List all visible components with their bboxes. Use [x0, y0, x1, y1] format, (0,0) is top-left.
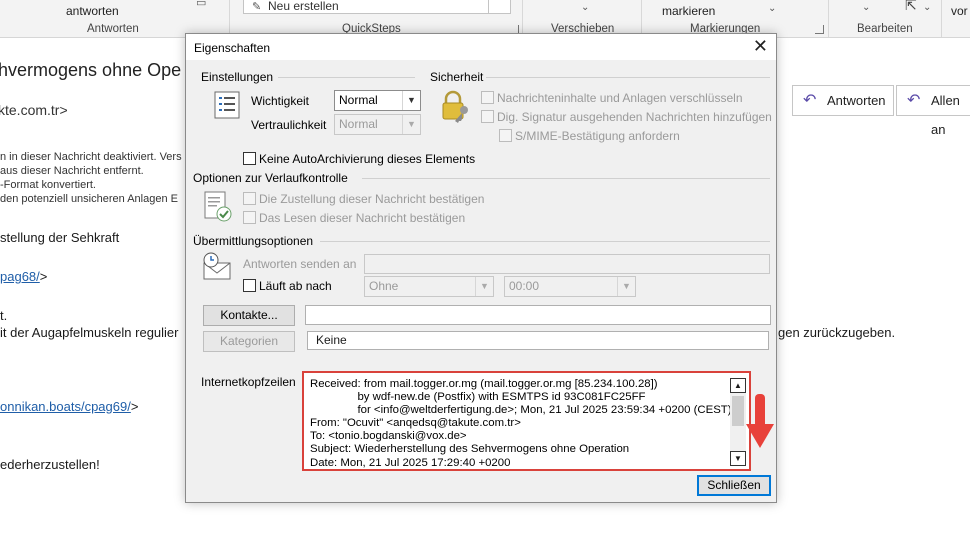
mail-info-line: den potenziell unsicheren Anlagen E [0, 193, 178, 205]
properties-dialog: Eigenschaften ✕ Einstellungen Wichtigkei… [185, 33, 777, 503]
settings-heading: Einstellungen [201, 70, 274, 84]
reply-icon: ↶ [803, 92, 817, 109]
gallery-scroll[interactable] [488, 0, 510, 14]
sign-checkbox[interactable] [481, 110, 494, 123]
mail-body-text: gen zurückzugeben. [778, 325, 896, 340]
contacts-button[interactable]: Kontakte... [203, 305, 295, 326]
properties-list-icon [214, 91, 240, 119]
mail-link-suffix: > [39, 269, 48, 284]
expires-date-select[interactable]: Ohne ▼ [364, 276, 494, 297]
quicksteps-gallery-item[interactable]: ✎ Neu erstellen [243, 0, 511, 14]
security-heading: Sicherheit [430, 70, 484, 84]
close-button[interactable]: Schließen [697, 475, 771, 496]
sensitivity-label: Vertraulichkeit [251, 118, 327, 132]
smime-checkbox[interactable] [499, 129, 512, 142]
tracking-document-icon [204, 191, 232, 222]
reply-to-input[interactable] [364, 254, 770, 274]
delivery-receipt-label: Die Zustellung dieser Nachricht bestätig… [259, 192, 485, 206]
reply-all-button-label: Allen an [931, 93, 960, 137]
chevron-down-icon[interactable]: ⌄ [923, 2, 931, 13]
ribbon-divider [522, 0, 523, 37]
group-label-antworten: Antworten [87, 23, 139, 35]
mail-link[interactable]: onnikan.boats/cpag69/ [0, 399, 131, 414]
mail-info-line: n in dieser Nachricht deaktiviert. Vers [0, 151, 182, 163]
dialog-title: Eigenschaften [194, 41, 271, 55]
importance-value: Normal [339, 93, 378, 107]
categories-button[interactable]: Kategorien [203, 331, 295, 352]
close-icon[interactable]: ✕ [753, 36, 768, 56]
reply-all-icon: ↶ [907, 92, 921, 109]
divider [362, 178, 770, 179]
categories-field: Keine [307, 331, 769, 350]
delivery-heading: Übermittlungsoptionen [193, 234, 314, 248]
read-receipt-checkbox[interactable] [243, 211, 256, 224]
ribbon-divider [641, 0, 642, 37]
no-autoarchive-label: Keine AutoArchivierung dieses Elements [259, 152, 476, 166]
sign-label: Dig. Signatur ausgehenden Nachrichten hi… [497, 110, 772, 124]
dialog-titlebar[interactable]: Eigenschaften ✕ [186, 34, 776, 60]
importance-select[interactable]: Normal ▼ [334, 90, 421, 111]
contacts-input[interactable] [305, 305, 771, 325]
mail-sender: kte.com.tr> [0, 102, 68, 118]
no-autoarchive-checkbox[interactable] [243, 152, 256, 165]
mail-info-line: aus dieser Nachricht entfernt. [0, 165, 144, 177]
ribbon-divider [941, 0, 942, 37]
mail-body-text: ederherzustellen! [0, 457, 100, 472]
mail-subject: hvermogens ohne Ope [0, 60, 182, 80]
read-receipt-label: Das Lesen dieser Nachricht bestätigen [259, 211, 466, 225]
chevron-down-icon[interactable]: ⌄ [768, 3, 776, 14]
chevron-down-icon[interactable]: ⌄ [581, 2, 589, 13]
reply-to-label: Antworten senden an [243, 257, 357, 271]
markierungen-launcher-icon[interactable] [815, 25, 824, 34]
chevron-down-icon[interactable]: ⌄ [862, 2, 870, 13]
cursor-select-icon[interactable]: ⇱ [905, 0, 917, 14]
ribbon-divider [828, 0, 829, 37]
reply-button-label: Antworten [827, 93, 886, 108]
scroll-up-icon[interactable]: ▲ [730, 378, 746, 393]
red-arrow-annotation [746, 394, 774, 448]
tracking-heading: Optionen zur Verlaufkontrolle [193, 171, 348, 185]
importance-label: Wichtigkeit [251, 94, 310, 108]
group-label-bearbeiten: Bearbeiten [857, 23, 913, 35]
expires-checkbox[interactable] [243, 279, 256, 292]
divider [320, 241, 770, 242]
encrypt-checkbox[interactable] [481, 91, 494, 104]
smime-label: S/MIME-Bestätigung anfordern [515, 129, 680, 143]
chevron-down-icon: ▼ [402, 115, 420, 134]
chevron-down-icon: ▼ [402, 91, 420, 110]
reply-button[interactable]: ↶ Antworten [792, 85, 894, 116]
mail-info-line: -Format konvertiert. [0, 179, 96, 191]
lock-key-icon [442, 90, 468, 123]
ribbon-divider [229, 0, 230, 37]
reply-ribbon-button[interactable]: antworten [66, 4, 119, 18]
expires-time-value: 00:00 [509, 279, 540, 293]
divider [278, 77, 415, 78]
expires-date-value: Ohne [369, 279, 399, 293]
delivery-receipt-checkbox[interactable] [243, 192, 256, 205]
scroll-down-icon[interactable]: ▼ [730, 451, 746, 466]
quicksteps-new-label: Neu erstellen [268, 0, 339, 13]
mail-body-text: t. [0, 308, 8, 323]
mail-body-text: it der Augapfelmuskeln regulier [0, 325, 179, 340]
mail-link-suffix: > [130, 399, 139, 414]
sensitivity-select[interactable]: Normal ▼ [334, 114, 421, 135]
mail-body-text: stellung der Sehkraft [0, 230, 120, 245]
forward-ribbon-button[interactable]: vor [951, 4, 968, 18]
encrypt-label: Nachrichteninhalte und Anlagen verschlüs… [497, 91, 743, 105]
internet-headers-box[interactable]: Received: from mail.togger.or.mg (mail.t… [302, 371, 751, 471]
expires-time-select[interactable]: 00:00 ▼ [504, 276, 636, 297]
internet-headers-text[interactable]: Received: from mail.togger.or.mg (mail.t… [310, 378, 732, 470]
mail-link[interactable]: pag68/ [0, 269, 40, 284]
chevron-down-icon: ▼ [475, 277, 493, 296]
internet-headers-label: Internetkopfzeilen [201, 375, 296, 389]
divider [486, 77, 770, 78]
reply-all-button[interactable]: ↶ Allen an [896, 85, 970, 137]
chevron-down-icon: ▼ [617, 277, 635, 296]
envelope-clock-icon [203, 252, 231, 280]
ribbon-small-icon: ▭ [196, 0, 207, 9]
sensitivity-value: Normal [339, 117, 378, 131]
mark-ribbon-button[interactable]: markieren [662, 4, 715, 18]
pencil-icon: ✎ [252, 1, 262, 13]
expires-label: Läuft ab nach [259, 279, 332, 293]
